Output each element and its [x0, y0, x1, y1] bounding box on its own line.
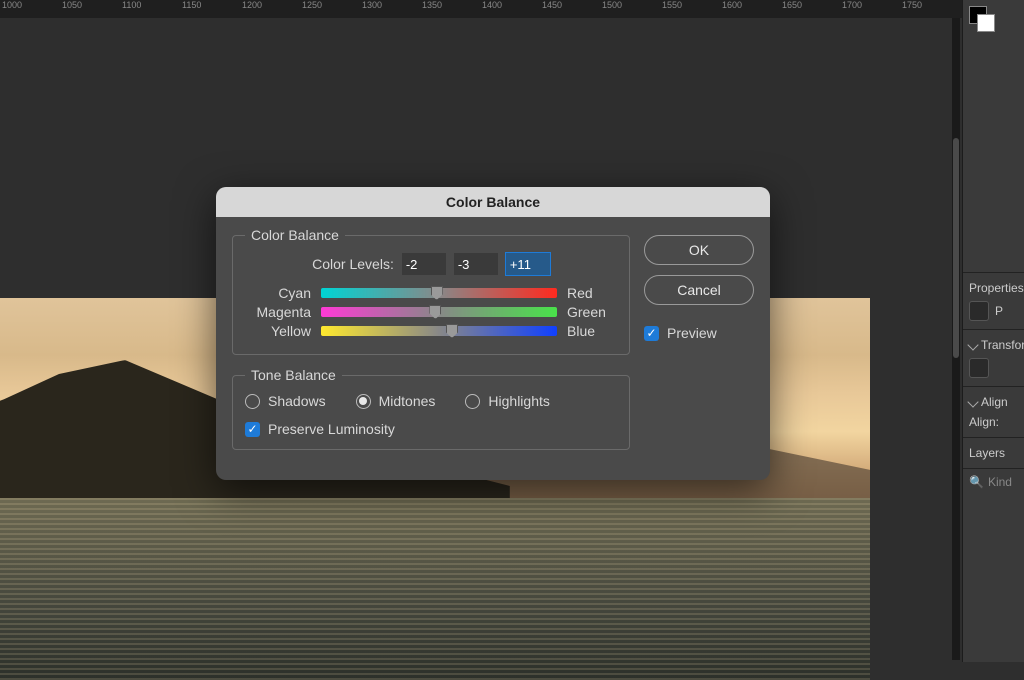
ruler-tick: 1200: [240, 0, 300, 10]
slider-thumb-cyan-red[interactable]: [431, 286, 443, 300]
panel-layers-label: Layers: [969, 446, 1005, 460]
tone-shadows-label: Shadows: [268, 393, 326, 409]
level-yellow-blue-input[interactable]: [506, 253, 550, 275]
dialog-title-bar[interactable]: Color Balance: [216, 187, 770, 217]
pixel-layer-abbr: P: [995, 304, 1003, 318]
color-balance-group: Color Balance Color Levels: Cyan Red Mag…: [232, 227, 630, 355]
label-magenta: Magenta: [245, 304, 311, 320]
ruler-tick: 1450: [540, 0, 600, 10]
ok-button[interactable]: OK: [644, 235, 754, 265]
preserve-luminosity-label: Preserve Luminosity: [268, 421, 395, 437]
label-yellow: Yellow: [245, 323, 311, 339]
ruler-tick: 1500: [600, 0, 660, 10]
slider-thumb-yellow-blue[interactable]: [446, 324, 458, 338]
right-panel: Properties P Transform Align Align: Laye…: [962, 0, 1024, 662]
panel-align-header[interactable]: Align Align:: [963, 386, 1024, 437]
layers-search-placeholder: Kind: [988, 475, 1012, 489]
radio-icon: [465, 394, 480, 409]
panel-align-label: Align: [981, 395, 1008, 409]
panel-layers-header[interactable]: Layers: [963, 437, 1024, 468]
slider-yellow-blue[interactable]: [321, 326, 557, 336]
ruler-tick: 1350: [420, 0, 480, 10]
ruler-tick: 1100: [120, 0, 180, 10]
dialog-title: Color Balance: [446, 194, 540, 210]
ruler-tick: 1650: [780, 0, 840, 10]
color-balance-dialog: Color Balance Color Balance Color Levels…: [216, 187, 770, 480]
label-cyan: Cyan: [245, 285, 311, 301]
ruler-tick: 1600: [720, 0, 780, 10]
layers-search[interactable]: 🔍 Kind: [963, 468, 1024, 495]
search-icon: 🔍: [969, 475, 984, 489]
radio-icon: [245, 394, 260, 409]
ruler-tick: 1050: [60, 0, 120, 10]
tone-highlights-label: Highlights: [488, 393, 549, 409]
horizontal-ruler: 1000105011001150120012501300135014001450…: [0, 0, 962, 18]
color-levels-label: Color Levels:: [312, 256, 394, 272]
ruler-tick: 1400: [480, 0, 540, 10]
preview-label: Preview: [667, 325, 717, 341]
checkbox-checked-icon: ✓: [644, 326, 659, 341]
panel-transform-header[interactable]: Transform: [963, 329, 1024, 386]
slider-magenta-green[interactable]: [321, 307, 557, 317]
link-icon[interactable]: [969, 358, 989, 378]
tone-midtones-radio[interactable]: Midtones: [356, 393, 436, 409]
ruler-tick: 1550: [660, 0, 720, 10]
panel-properties-label: Properties: [969, 281, 1024, 295]
level-magenta-green-input[interactable]: [454, 253, 498, 275]
label-red: Red: [567, 285, 617, 301]
ruler-tick: 1750: [900, 0, 960, 10]
ruler-tick: 1000: [0, 0, 60, 10]
preview-checkbox[interactable]: ✓ Preview: [644, 325, 754, 341]
slider-cyan-red[interactable]: [321, 288, 557, 298]
background-color-swatch[interactable]: [977, 14, 995, 32]
pixel-layer-icon: [969, 301, 989, 321]
label-green: Green: [567, 304, 617, 320]
slider-thumb-magenta-green[interactable]: [429, 305, 441, 319]
image-sea: [0, 498, 870, 680]
tone-highlights-radio[interactable]: Highlights: [465, 393, 549, 409]
panel-transform-label: Transform: [981, 338, 1024, 352]
ruler-tick: 1700: [840, 0, 900, 10]
color-swatches[interactable]: [969, 6, 995, 32]
vertical-scrollbar[interactable]: [952, 18, 960, 660]
cancel-button[interactable]: Cancel: [644, 275, 754, 305]
radio-icon: [356, 394, 371, 409]
tone-shadows-radio[interactable]: Shadows: [245, 393, 326, 409]
chevron-down-icon: [967, 396, 978, 407]
level-cyan-red-input[interactable]: [402, 253, 446, 275]
label-blue: Blue: [567, 323, 617, 339]
panel-properties-header[interactable]: Properties P: [963, 272, 1024, 329]
align-label: Align:: [969, 415, 999, 429]
ruler-tick: 1300: [360, 0, 420, 10]
preserve-luminosity-checkbox[interactable]: ✓ Preserve Luminosity: [245, 421, 617, 437]
color-balance-legend: Color Balance: [245, 227, 345, 243]
checkbox-checked-icon: ✓: [245, 422, 260, 437]
tone-balance-legend: Tone Balance: [245, 367, 342, 383]
chevron-down-icon: [967, 339, 978, 350]
ruler-tick: 1150: [180, 0, 240, 10]
ruler-tick: 1250: [300, 0, 360, 10]
tone-midtones-label: Midtones: [379, 393, 436, 409]
tone-balance-group: Tone Balance Shadows Midtones Highlights: [232, 367, 630, 450]
